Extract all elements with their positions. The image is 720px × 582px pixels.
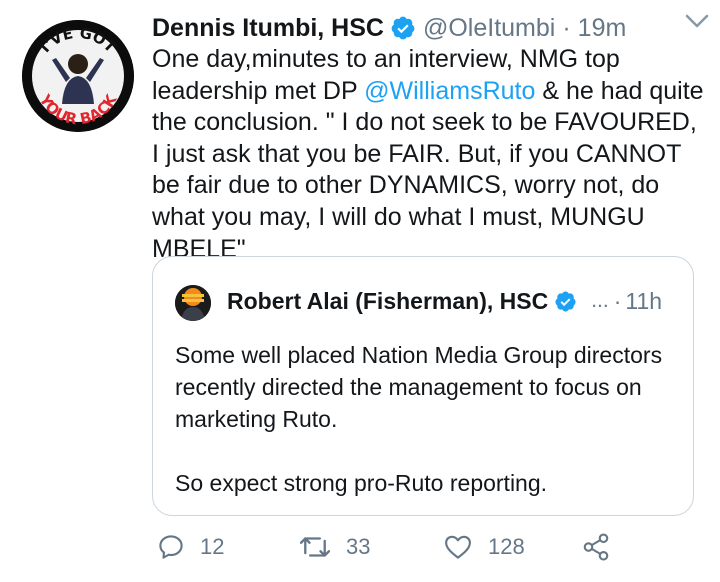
tweet-timestamp[interactable]: 19m [578,14,627,43]
separator-dot: · [562,13,571,42]
quoted-author-name[interactable]: Robert Alai (Fisherman), HSC [227,288,548,315]
reply-icon [159,535,183,559]
chevron-down-icon[interactable] [682,6,712,36]
verified-badge-icon [554,290,577,313]
share-icon [583,533,609,561]
reply-count: 12 [200,534,225,559]
quoted-tweet-timestamp[interactable]: 11h [625,288,662,315]
action-bar: 12 33 128 [152,532,712,572]
quoted-handle-ellipsis: ... [591,289,609,312]
author-name[interactable]: Dennis Itumbi, HSC [152,14,384,43]
tweet-header: Dennis Itumbi, HSC @OleItumbi · 19m [152,8,700,48]
quoted-tweet[interactable]: Robert Alai (Fisherman), HSC ... · 11h S… [152,256,694,516]
quoted-paragraph: So expect strong pro-Ruto reporting. [175,470,548,496]
retweet-button[interactable]: 33 [298,532,370,562]
retweet-icon [299,537,331,557]
verified-badge-icon [390,15,416,41]
quoted-paragraph: Some well placed Nation Media Group dire… [175,342,663,432]
like-button[interactable]: 128 [442,532,525,562]
heart-icon [445,535,471,559]
reply-button[interactable]: 12 [156,532,224,562]
tweet-text: One day,minutes to an interview, NMG top… [152,44,704,265]
author-handle[interactable]: @OleItumbi [423,14,555,43]
like-count: 128 [488,534,525,559]
quoted-tweet-text: Some well placed Nation Media Group dire… [175,339,675,499]
avatar-graphic: I'VE GOT YOUR BACK [22,20,134,132]
separator-dot: · [613,287,622,314]
quoted-tweet-header: Robert Alai (Fisherman), HSC ... · 11h [227,281,675,321]
quoted-avatar-graphic [175,285,211,321]
retweet-count: 33 [346,534,371,559]
mention-link[interactable]: @WilliamsRuto [364,77,535,105]
author-avatar[interactable]: I'VE GOT YOUR BACK [22,20,134,132]
quoted-author-avatar[interactable] [175,285,211,321]
share-button[interactable] [580,532,626,562]
